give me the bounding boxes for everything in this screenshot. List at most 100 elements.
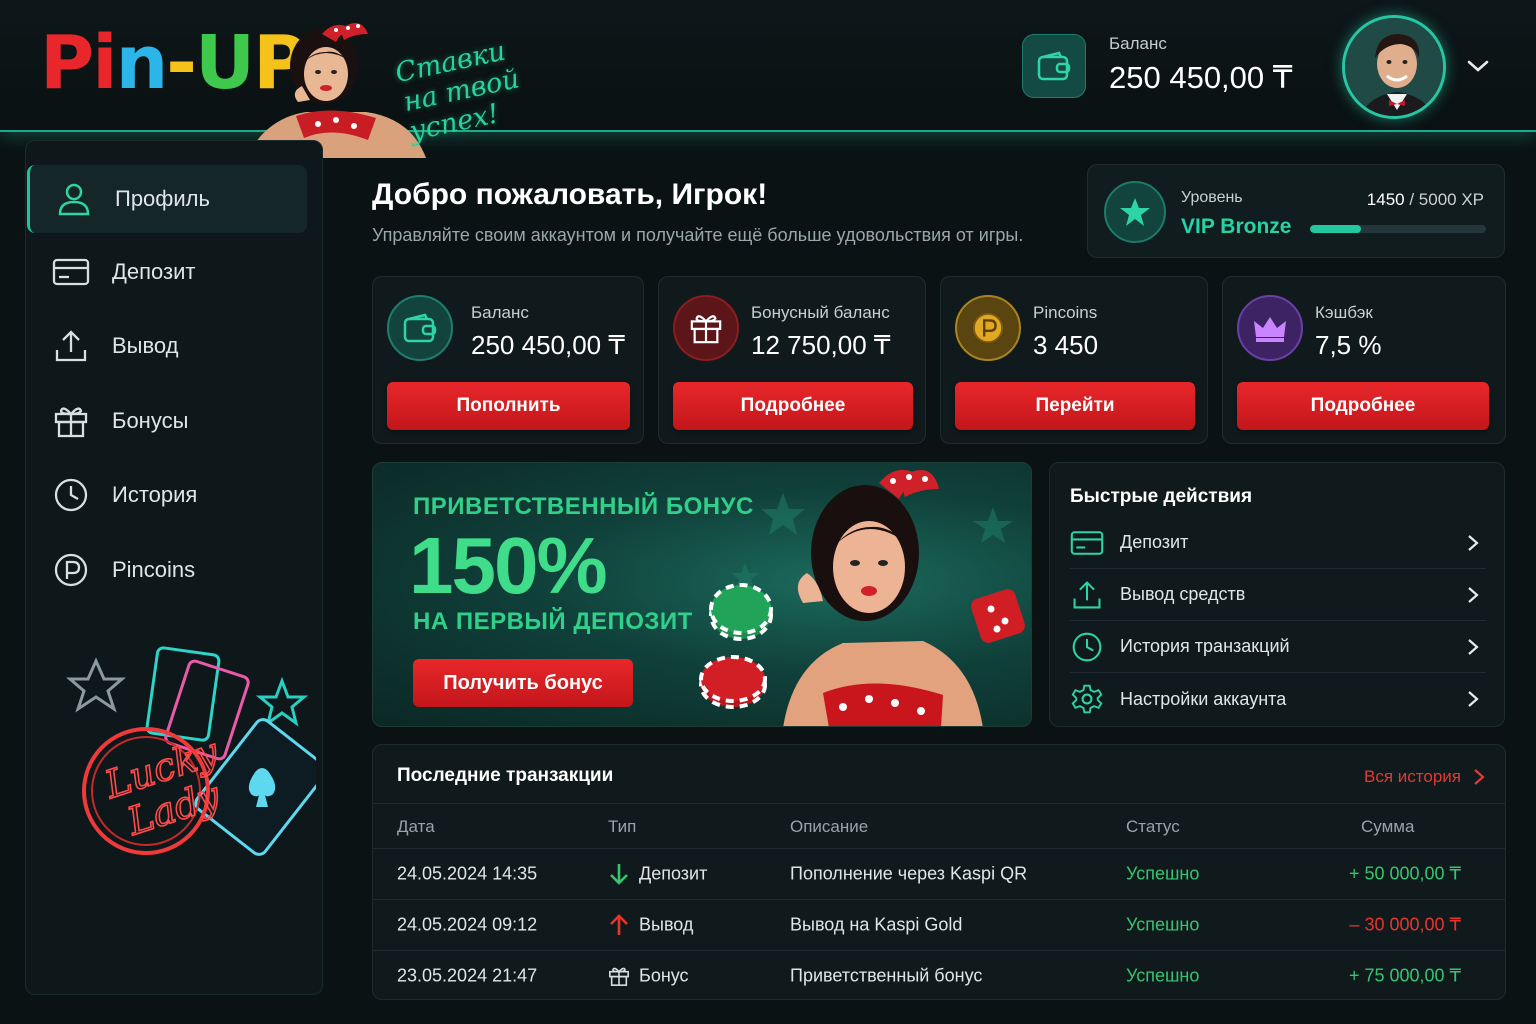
table-header: Дата Тип Описание Статус Сумма: [373, 803, 1505, 849]
chevron-down-icon[interactable]: [1466, 56, 1490, 76]
quick-action-history[interactable]: История транзакций: [1070, 621, 1486, 673]
column-header-status: Статус: [1126, 816, 1180, 836]
welcome-bonus-banner[interactable]: ПРИВЕТСТВЕННЫЙ БОНУС 150% НА ПЕРВЫЙ ДЕПО…: [372, 462, 1032, 727]
all-history-link[interactable]: Вся история: [1364, 767, 1461, 787]
level-progress-bar: [1310, 225, 1486, 233]
tx-date: 24.05.2024 09:12: [397, 914, 538, 935]
tx-description: Приветственный бонус: [790, 965, 983, 986]
status-badge: Успешно: [1126, 914, 1200, 935]
tx-type: Бонус: [639, 965, 689, 986]
stat-value: 3 450: [1033, 330, 1099, 360]
tx-amount: – 30 000,00 ₸: [1349, 914, 1461, 935]
logo-part: -: [166, 20, 197, 106]
gift-icon: [52, 402, 90, 440]
card-icon: [1070, 526, 1104, 560]
sidebar-item-pincoins[interactable]: Pincoins: [27, 536, 307, 604]
chevron-right-icon: [1468, 691, 1479, 707]
promo-subheading: НА ПЕРВЫЙ ДЕПОЗИТ: [413, 608, 693, 635]
chevron-right-icon: [1468, 586, 1479, 603]
stat-value: 250 450,00 ₸: [471, 330, 625, 360]
status-badge: Успешно: [1126, 863, 1200, 884]
upload-icon: [52, 327, 90, 365]
sidebar-item-withdraw[interactable]: Вывод: [27, 312, 307, 380]
promo-percent: 150%: [409, 521, 608, 610]
column-header-date: Дата: [397, 816, 435, 836]
pinup-girl-promo-illustration: [699, 469, 1025, 726]
sidebar-item-label: Pincoins: [112, 557, 196, 582]
arrow-down-icon: [610, 864, 628, 885]
tx-type: Вывод: [639, 914, 694, 935]
table-row[interactable]: 24.05.2024 14:35 Депозит Пополнение чере…: [373, 848, 1505, 899]
stat-label: Pincoins: [1033, 303, 1098, 322]
wallet-icon: [387, 295, 453, 361]
recent-transactions-panel: Последние транзакции Вся история Дата Ти…: [372, 744, 1506, 1000]
level-progress-fill: [1310, 225, 1362, 233]
sidebar-item-profile[interactable]: Профиль: [27, 165, 307, 233]
clock-icon: [52, 476, 90, 514]
table-row[interactable]: 23.05.2024 21:47 Бонус Приветственный бо…: [373, 950, 1505, 999]
chevron-right-icon: [1468, 534, 1479, 551]
logo-part: n: [115, 20, 169, 106]
gear-icon: [1070, 682, 1104, 716]
chevron-right-icon[interactable]: [1473, 768, 1485, 786]
gift-icon: [609, 967, 629, 986]
pincoins-card: Pincoins 3 450 Перейти: [940, 276, 1208, 444]
stat-value: 7,5 %: [1315, 330, 1382, 360]
sidebar-item-label: Бонусы: [112, 408, 189, 433]
stat-label: Баланс: [471, 303, 529, 322]
tx-type: Депозит: [639, 863, 708, 884]
top-header: Pin-UP Ставки на твой успех! Баланс 250 …: [0, 0, 1536, 158]
tx-date: 23.05.2024 21:47: [397, 965, 538, 986]
column-header-description: Описание: [790, 816, 869, 836]
cashback-details-button[interactable]: Подробнее: [1237, 382, 1489, 430]
avatar-portrait: [1345, 18, 1443, 116]
arrow-up-icon: [610, 914, 628, 935]
cashback-card: Кэшбэк 7,5 % Подробнее: [1222, 276, 1506, 444]
quick-action-settings[interactable]: Настройки аккаунта: [1070, 673, 1486, 725]
header-wallet-button[interactable]: [1022, 34, 1086, 98]
pincoin-icon: [955, 295, 1021, 361]
transactions-title: Последние транзакции: [397, 765, 614, 786]
sidebar-item-bonuses[interactable]: Бонусы: [27, 387, 307, 455]
sidebar-item-label: Депозит: [112, 259, 196, 284]
card-icon: [52, 253, 90, 291]
upload-icon: [1070, 578, 1104, 612]
page-subtitle: Управляйте своим аккаунтом и получайте е…: [372, 225, 1024, 245]
star-icon: [1104, 181, 1166, 243]
bonus-details-button[interactable]: Подробнее: [673, 382, 913, 430]
logo-part: Pi: [40, 20, 118, 106]
sidebar-item-label: Вывод: [112, 333, 179, 358]
wallet-icon: [1037, 51, 1071, 81]
column-header-type: Тип: [608, 816, 637, 836]
quick-actions-title: Быстрые действия: [1070, 486, 1253, 507]
header-balance-value: 250 450,00 ₸: [1109, 60, 1293, 95]
status-badge: Успешно: [1126, 965, 1200, 986]
avatar[interactable]: [1342, 15, 1446, 119]
sidebar-item-deposit[interactable]: Депозит: [27, 238, 307, 306]
get-bonus-button[interactable]: Получить бонус: [413, 659, 633, 707]
tx-description: Вывод на Kaspi Gold: [790, 914, 963, 935]
quick-action-label: Настройки аккаунта: [1120, 688, 1287, 709]
page-title: Добро пожаловать, Игрок!: [372, 178, 768, 211]
clock-icon: [1070, 630, 1104, 664]
stat-label: Бонусный баланс: [751, 303, 890, 322]
vip-level-card[interactable]: Уровень VIP Bronze 1450 / 5000 XP: [1087, 164, 1505, 258]
quick-actions-panel: Быстрые действия Депозит Вывод средств И…: [1049, 462, 1505, 727]
header-balance-label: Баланс: [1109, 34, 1167, 53]
quick-action-deposit[interactable]: Депозит: [1070, 517, 1486, 569]
tx-description: Пополнение через Kaspi QR: [790, 863, 1028, 884]
go-pincoins-button[interactable]: Перейти: [955, 382, 1195, 430]
pincoin-icon: [52, 551, 90, 589]
bonus-balance-card: Бонусный баланс 12 750,00 ₸ Подробнее: [658, 276, 926, 444]
tx-amount: + 50 000,00 ₸: [1348, 863, 1461, 884]
level-xp-current: 1450: [1366, 190, 1405, 209]
quick-action-withdraw[interactable]: Вывод средств: [1070, 569, 1486, 621]
table-row[interactable]: 24.05.2024 09:12 Вывод Вывод на Kaspi Go…: [373, 899, 1505, 950]
sidebar-item-history[interactable]: История: [27, 461, 307, 529]
level-xp-rest: / 5000 XP: [1404, 190, 1484, 209]
tx-date: 24.05.2024 14:35: [397, 863, 538, 884]
sidebar-item-label: История: [112, 482, 198, 507]
top-up-button[interactable]: Пополнить: [387, 382, 630, 430]
chevron-right-icon: [1468, 638, 1479, 655]
level-name: VIP Bronze: [1181, 215, 1292, 238]
